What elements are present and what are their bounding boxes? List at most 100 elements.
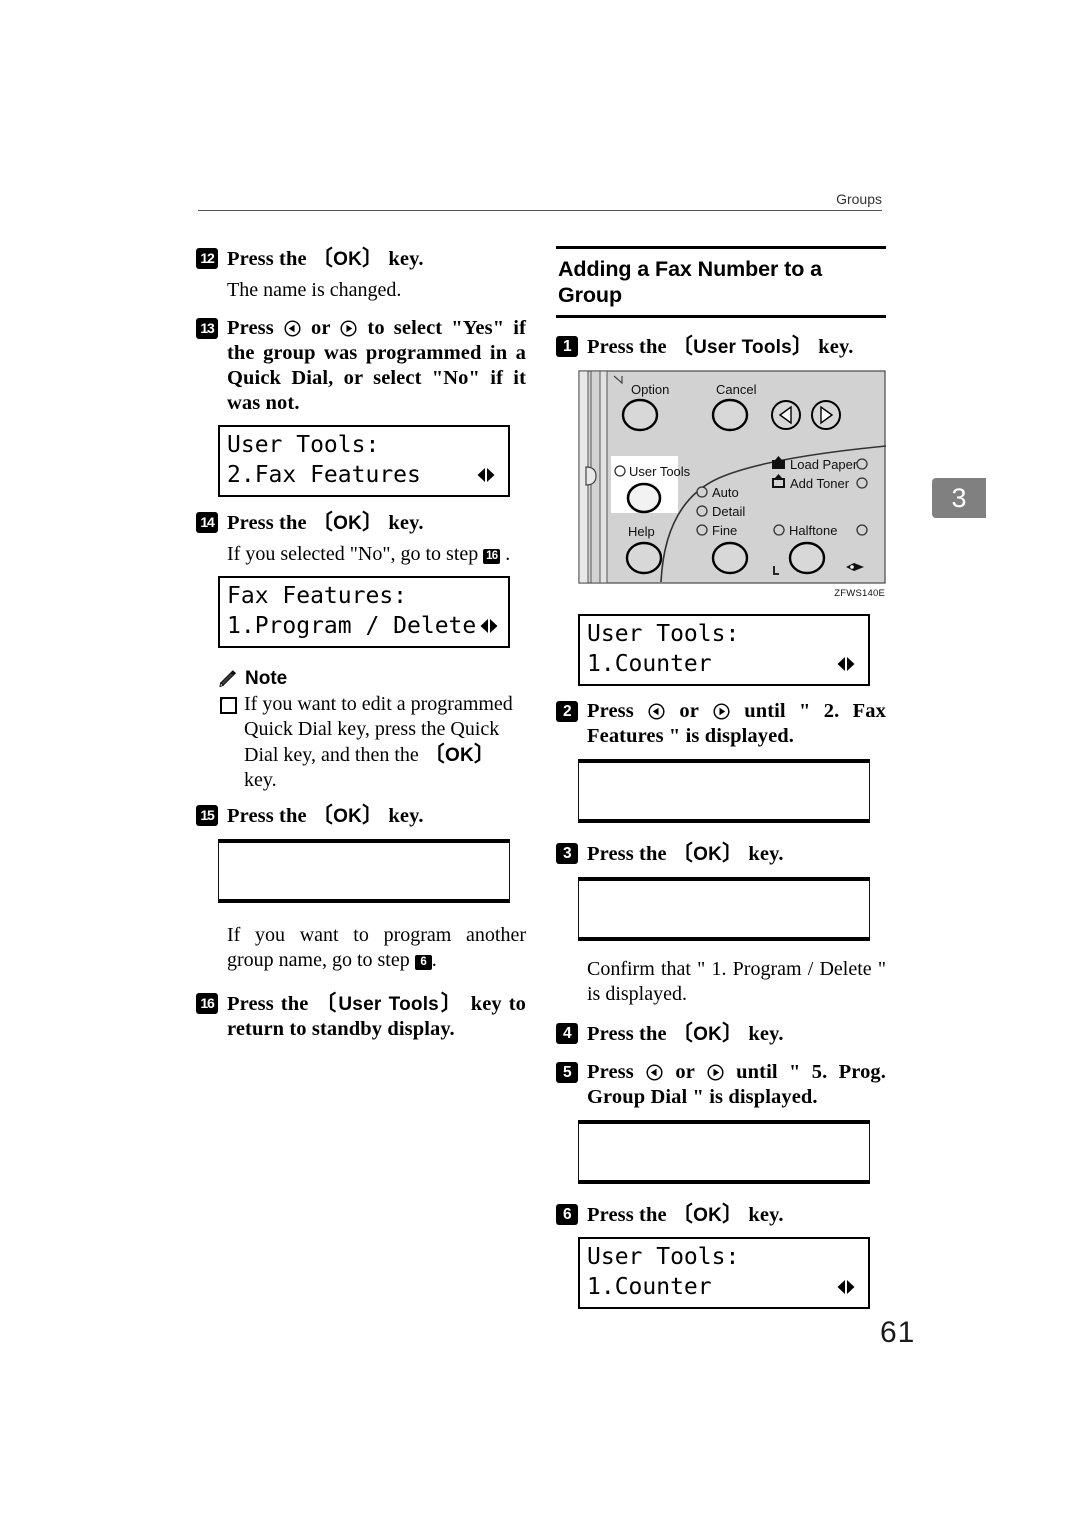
step-3-text-after: key. — [743, 843, 784, 865]
lcd-scroll-arrows-icon — [480, 619, 498, 633]
lcd-line-2: 1.Counter — [587, 1274, 712, 1300]
step-4-text-before: Press the — [587, 1023, 672, 1045]
running-head: Groups — [198, 190, 882, 211]
manual-page: Groups 3 61 12 Press the 〔OK〕 key. The n… — [0, 0, 1080, 1526]
step-number-badge: 6 — [556, 1204, 578, 1225]
step-15-text-after: key. — [383, 805, 424, 827]
step-3: 3 Press the 〔OK〕 key. — [556, 841, 886, 867]
lcd-display-blank — [218, 839, 510, 903]
step-12-text-after: key. — [383, 248, 424, 270]
confirm-text: Confirm that " 1. Program / Delete " is … — [587, 958, 886, 1005]
step-6: 6 Press the 〔OK〕 key. — [556, 1202, 886, 1228]
label-fine: Fine — [712, 523, 737, 538]
arrow-left-key-icon — [648, 703, 665, 720]
lcd-display-user-tools-fax-features: User Tools: 2.Fax Features — [218, 425, 510, 497]
step-reference-badge: 16 — [483, 549, 501, 564]
arrow-right-key-icon — [340, 320, 357, 337]
keycap-ok: 〔OK〕 — [423, 742, 496, 766]
step-4: 4 Press the 〔OK〕 key. — [556, 1021, 886, 1047]
lcd-line-2: 1.Counter — [587, 651, 712, 677]
section-heading-block: Adding a Fax Number to a Group — [556, 246, 886, 318]
step-13: 13 Press or to select "Yes" if the group… — [196, 316, 526, 416]
lcd-scroll-arrows-icon — [477, 468, 495, 482]
step-number-badge: 1 — [556, 336, 578, 357]
chapter-tab: 3 — [932, 478, 986, 518]
pencil-icon — [219, 669, 237, 687]
lcd-display-blank — [578, 1120, 870, 1184]
label-auto: Auto — [712, 485, 739, 500]
keycap-label: OK — [333, 249, 362, 270]
section-title: Adding a Fax Number to a Group — [558, 257, 822, 307]
keycap-ok: 〔OK〕 — [671, 1202, 744, 1226]
lcd-line-1: Fax Features: — [227, 583, 408, 609]
arrow-left-key-icon — [284, 320, 301, 337]
lcd-scroll-arrows-icon — [837, 657, 855, 671]
lcd-scroll-arrows-icon — [837, 1280, 855, 1294]
label-halftone: Halftone — [789, 523, 837, 538]
left-column: 12 Press the 〔OK〕 key. The name is chang… — [196, 246, 526, 1042]
keycap-label: OK — [693, 844, 722, 865]
control-panel-illustration: Option Cancel User Tools Help Auto Detai… — [578, 370, 886, 584]
lcd-display-fax-features-program-delete: Fax Features: 1.Program / Delete — [218, 576, 510, 648]
lcd-line-2: 1.Program / Delete — [227, 613, 477, 639]
step-1-text-after: key. — [813, 336, 854, 358]
lcd-line-1: User Tools: — [587, 621, 740, 647]
keycap-label: OK — [693, 1024, 722, 1045]
lcd-line-2-row: 1.Counter — [587, 1272, 861, 1302]
step-15: 15 Press the 〔OK〕 key. — [196, 803, 526, 829]
keycap-label: User Tools — [338, 994, 439, 1015]
label-user-tools: User Tools — [629, 464, 691, 479]
lcd-display-user-tools-counter-1: User Tools: 1.Counter — [578, 614, 870, 686]
step-1: 1 Press the 〔User Tools〕 key. — [556, 334, 886, 360]
step-13-or: or — [301, 317, 340, 339]
step-2-text-a: Press — [587, 700, 648, 722]
step-14-body-a: If you selected "No", go to step — [227, 543, 484, 565]
note-item-tail: key. — [244, 769, 277, 791]
figure-caption: ZFWS140E — [834, 588, 885, 599]
step-reference-badge: 6 — [414, 955, 432, 970]
keycap-label: User Tools — [693, 337, 792, 358]
after-15-text-b: . — [431, 949, 437, 971]
step-number-badge: 12 — [196, 248, 218, 269]
step-14-text-before: Press the — [227, 512, 312, 534]
step-2-or: or — [666, 700, 712, 722]
arrow-right-key-icon — [707, 1064, 724, 1081]
lcd-line-2: 2.Fax Features — [227, 462, 421, 488]
note-heading: Note — [218, 668, 526, 690]
keycap-user-tools: 〔User Tools〕 — [671, 334, 814, 358]
step-6-text-before: Press the — [587, 1204, 672, 1226]
step-16-text-before: Press the — [227, 993, 316, 1015]
page-number: 61 — [880, 1316, 916, 1349]
lcd-line-2-row: 1.Program / Delete — [227, 611, 501, 641]
arrow-right-key-icon — [713, 703, 730, 720]
step-12-text-before: Press the — [227, 248, 312, 270]
after-15-text-a: If you want to program another group nam… — [227, 924, 526, 971]
step-13-text-a: Press — [227, 317, 283, 339]
step-14-body-b: . — [500, 543, 511, 565]
label-add-toner: Add Toner — [790, 476, 850, 491]
keycap-ok: 〔OK〕 — [671, 841, 744, 865]
keycap-label: OK — [444, 745, 474, 766]
step-number-badge: 2 — [556, 701, 578, 722]
label-help: Help — [628, 524, 655, 539]
step-number-badge: 3 — [556, 843, 578, 864]
step-6-text-after: key. — [743, 1204, 784, 1226]
control-panel-figure: Option Cancel User Tools Help Auto Detai… — [578, 370, 886, 599]
step-14-body: If you selected "No", go to step 16 . — [196, 542, 526, 567]
step-number-badge: 13 — [196, 318, 218, 339]
arrow-left-key-icon — [646, 1064, 663, 1081]
step-12: 12 Press the 〔OK〕 key. — [196, 246, 526, 272]
keycap-label: OK — [693, 1205, 722, 1226]
note-bullet-icon — [220, 697, 237, 714]
label-option: Option — [631, 382, 669, 397]
lcd-display-blank — [578, 877, 870, 941]
keycap-ok: 〔OK〕 — [671, 1021, 744, 1045]
section-rule-bottom — [556, 315, 886, 318]
note-label: Note — [245, 668, 288, 689]
step-2: 2 Press or until " 2. Fax Features " is … — [556, 699, 886, 749]
step-15-text-before: Press the — [227, 805, 312, 827]
lcd-display-user-tools-counter-2: User Tools: 1.Counter — [578, 1237, 870, 1309]
step-number-badge: 16 — [196, 993, 218, 1014]
step-16: 16 Press the 〔User Tools〕 key to return … — [196, 991, 526, 1042]
lcd-display-blank — [578, 759, 870, 823]
